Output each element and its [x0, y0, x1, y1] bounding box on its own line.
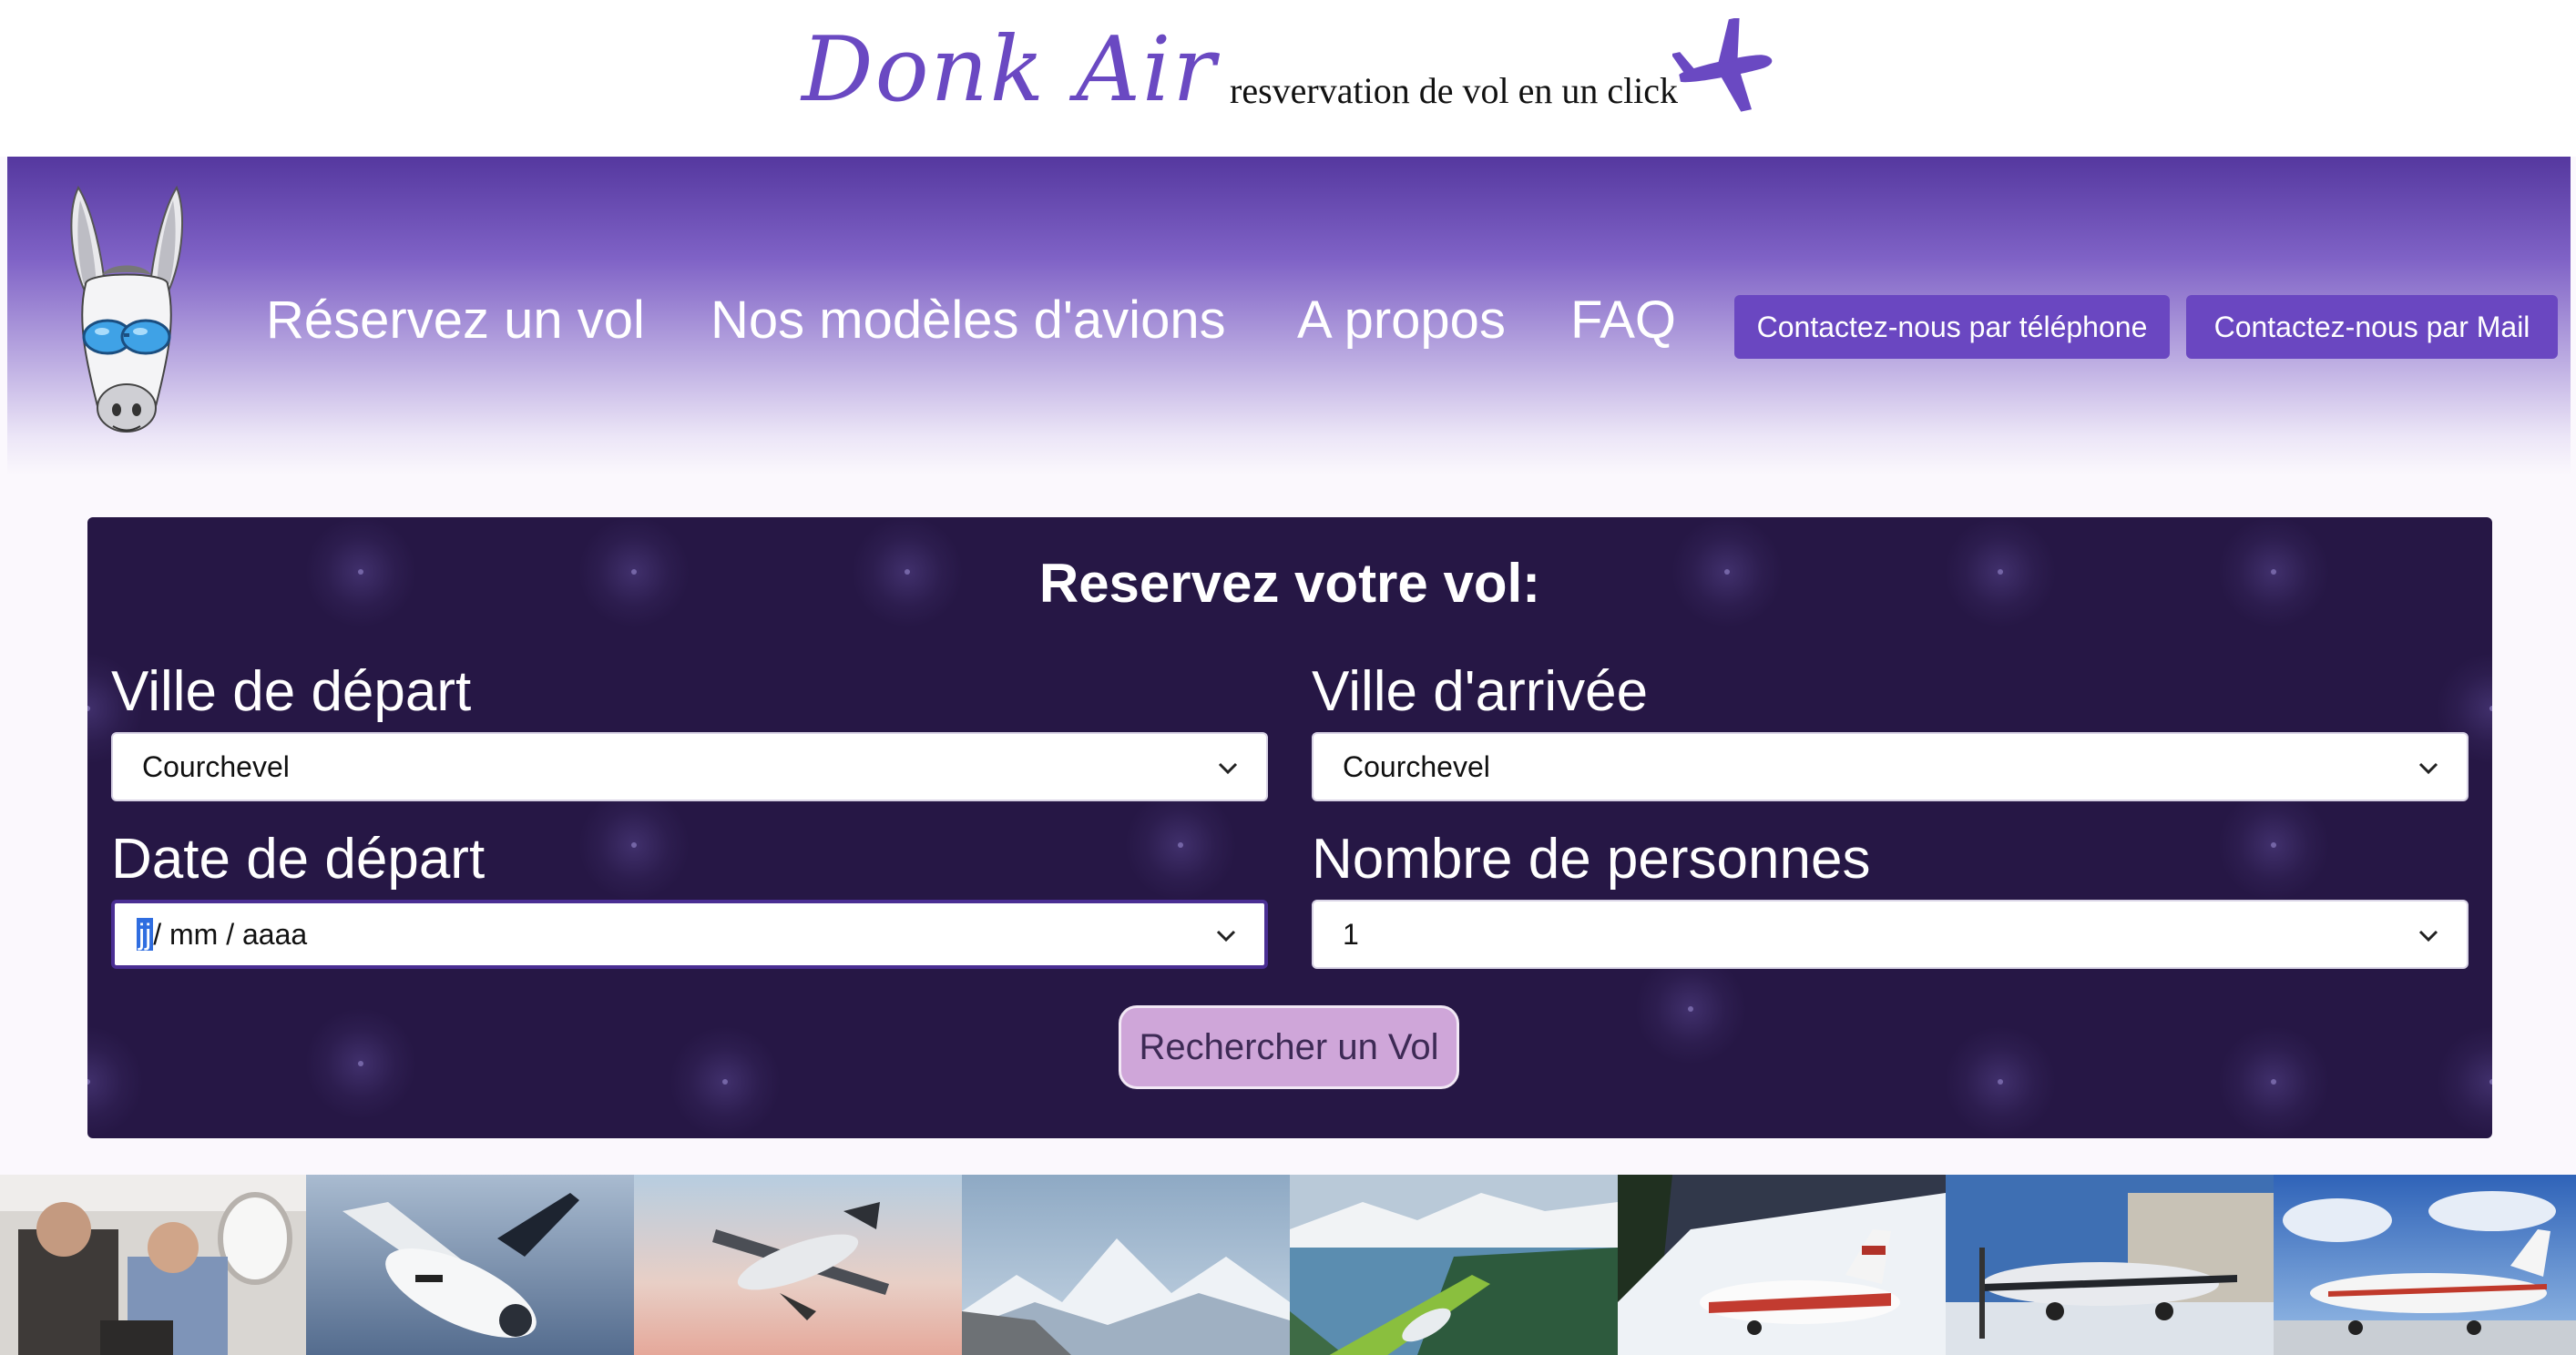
arrival-city-value: Courchevel: [1343, 750, 1490, 783]
date-month-year-segments[interactable]: / mm / aaaa: [153, 918, 307, 951]
booking-title: Reservez votre vol:: [1038, 553, 1541, 614]
chevron-down-icon: [2418, 762, 2438, 775]
decorative-glow: [2438, 1027, 2492, 1136]
decorative-glow: [2219, 1027, 2328, 1136]
departure-city-select[interactable]: Courchevel: [111, 732, 1268, 801]
plane-over-fjord-photo[interactable]: [1290, 1175, 1618, 1355]
contact-mail-button[interactable]: Contactez-nous par Mail: [2186, 295, 2558, 359]
white-jet-flying-photo[interactable]: [306, 1175, 634, 1355]
donkey-mascot-logo[interactable]: [49, 184, 204, 448]
decorative-glow: [1126, 790, 1235, 900]
passengers-select[interactable]: 1: [1312, 900, 2469, 969]
chevron-down-icon: [2418, 930, 2438, 942]
date-day-segment[interactable]: jj: [137, 918, 154, 951]
chevron-down-icon: [1218, 762, 1238, 775]
mountain-jet-wing-photo[interactable]: [962, 1175, 1290, 1355]
decorative-glow: [2219, 790, 2328, 900]
flight-booking-form: Reservez votre vol: Ville de départ Cour…: [87, 517, 2492, 1138]
top-title-bar: Donk Air resvervation de vol en un click: [0, 0, 2576, 157]
decorative-glow: [1946, 1027, 2055, 1136]
departure-date-label: Date de départ: [111, 828, 486, 891]
passengers-value: 1: [1343, 918, 1359, 951]
nav-link-aircraft-models[interactable]: Nos modèles d'avions: [710, 290, 1226, 351]
plane-on-runway-photo[interactable]: [2274, 1175, 2576, 1355]
departure-city-label: Ville de départ: [111, 660, 472, 723]
decorative-glow: [670, 1027, 780, 1136]
arrival-city-select[interactable]: Courchevel: [1312, 732, 2469, 801]
date-segments: jj/ mm / aaaa: [137, 918, 307, 952]
decorative-glow: [579, 790, 689, 900]
jet-on-snow-photo[interactable]: [1618, 1175, 1946, 1355]
cabin-passengers-photo[interactable]: [0, 1175, 306, 1355]
brand-name[interactable]: Donk Air: [802, 18, 1217, 122]
departure-city-value: Courchevel: [142, 750, 290, 783]
search-flight-button[interactable]: Rechercher un Vol: [1119, 1005, 1459, 1089]
aircraft-photo-strip: [0, 1175, 2576, 1355]
contact-phone-button[interactable]: Contactez-nous par téléphone: [1734, 295, 2170, 359]
decorative-glow: [87, 1027, 142, 1136]
departure-date-input[interactable]: jj/ mm / aaaa: [111, 900, 1268, 969]
chevron-down-icon[interactable]: [1215, 925, 1237, 947]
nav-link-about[interactable]: A propos: [1297, 290, 1506, 351]
main-navigation: Réservez un vol Nos modèles d'avions A p…: [7, 157, 2571, 475]
nav-link-reserve-flight[interactable]: Réservez un vol: [266, 290, 645, 351]
arrival-city-label: Ville d'arrivée: [1312, 660, 1649, 723]
propeller-plane-sunset-photo[interactable]: [634, 1175, 962, 1355]
brand-tagline: resvervation de vol en un click: [1230, 70, 1679, 111]
passengers-label: Nombre de personnes: [1312, 828, 1871, 891]
plane-by-hangar-photo[interactable]: [1946, 1175, 2274, 1355]
decorative-glow: [1636, 954, 1745, 1064]
nav-link-faq[interactable]: FAQ: [1570, 290, 1676, 351]
airplane-icon: [1672, 18, 1773, 112]
decorative-glow: [306, 1009, 415, 1118]
